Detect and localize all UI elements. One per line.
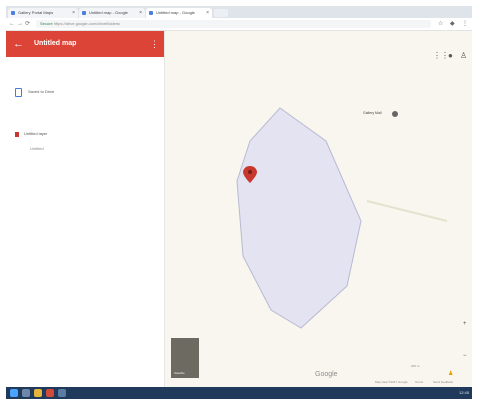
taskbar-app-icon[interactable] bbox=[58, 389, 66, 397]
map-side-panel: ← Untitled map ⋮ Saved to Drive Untitled… bbox=[6, 31, 165, 387]
close-tab-icon[interactable]: × bbox=[206, 8, 209, 18]
browser-tab[interactable]: Gallery Portal Maps × bbox=[8, 8, 78, 18]
back-icon[interactable]: ← bbox=[9, 19, 15, 29]
feedback-link[interactable]: Send feedback bbox=[433, 380, 453, 384]
layer-color-icon[interactable] bbox=[15, 132, 19, 137]
layer-item[interactable]: Untitled bbox=[30, 145, 44, 153]
drive-doc-icon bbox=[15, 88, 22, 97]
drawn-polygon[interactable] bbox=[236, 107, 362, 329]
satellite-toggle[interactable]: Satellite bbox=[171, 338, 199, 378]
map-canvas[interactable]: Gallery Mall ⋮⋮ ● ♙ Satellite Google Map… bbox=[165, 31, 472, 387]
new-tab-button[interactable] bbox=[214, 9, 228, 17]
url-text: https://drive.google.com/drive/folders/ bbox=[53, 21, 121, 26]
browser-toolbar: ← → ⟳ Secure https://drive.google.com/dr… bbox=[6, 18, 472, 31]
map-title[interactable]: Untitled map bbox=[34, 36, 76, 52]
start-button-icon[interactable] bbox=[10, 389, 18, 397]
close-tab-icon[interactable]: × bbox=[72, 8, 75, 18]
tab-label: Untitled map - Google bbox=[156, 10, 195, 15]
road-line bbox=[366, 200, 448, 222]
favicon-icon bbox=[149, 11, 153, 15]
folder-icon[interactable] bbox=[34, 389, 42, 397]
more-vert-icon[interactable]: ⋮ bbox=[150, 36, 159, 52]
pegman-icon[interactable]: ♙ bbox=[460, 51, 467, 61]
tab-label: Untitled map - Google bbox=[89, 10, 128, 15]
map-data-credit: Map data ©2017 Google bbox=[375, 380, 408, 384]
browser-tab-strip: Gallery Portal Maps × Untitled map - Goo… bbox=[6, 6, 472, 18]
saved-status: Saved to Drive bbox=[28, 89, 55, 94]
bookmark-star-icon[interactable]: ☆ bbox=[438, 20, 443, 28]
place-pin-icon[interactable] bbox=[392, 111, 398, 117]
screen: Gallery Portal Maps × Untitled map - Goo… bbox=[6, 6, 472, 399]
scale-label: 200 m bbox=[411, 364, 420, 368]
browser-menu-icon[interactable]: ⋮ bbox=[462, 20, 468, 28]
map-overlay bbox=[236, 107, 448, 329]
reload-icon[interactable]: ⟳ bbox=[25, 19, 30, 29]
browser-tab-active[interactable]: Untitled map - Google × bbox=[146, 8, 212, 18]
layer-name[interactable]: Untitled layer bbox=[24, 130, 47, 138]
taskbar-app-icon[interactable] bbox=[22, 389, 30, 397]
zoom-out-icon[interactable]: − bbox=[463, 351, 467, 361]
forward-icon[interactable]: → bbox=[17, 19, 23, 29]
back-arrow-icon[interactable]: ← bbox=[13, 35, 24, 53]
pegman-small-icon[interactable]: ♟ bbox=[448, 369, 453, 379]
zoom-in-icon[interactable]: + bbox=[463, 319, 467, 329]
os-taskbar: 12:45 bbox=[6, 387, 472, 399]
browser-tab[interactable]: Untitled map - Google × bbox=[79, 8, 145, 18]
address-bar[interactable]: Secure https://drive.google.com/drive/fo… bbox=[36, 20, 431, 28]
satellite-label: Satellite bbox=[174, 371, 185, 375]
apps-grid-icon[interactable]: ⋮⋮ bbox=[433, 51, 449, 61]
chrome-icon[interactable] bbox=[46, 389, 54, 397]
close-tab-icon[interactable]: × bbox=[139, 8, 142, 18]
google-logo: Google bbox=[315, 371, 338, 378]
terms-link[interactable]: Terms bbox=[415, 380, 423, 384]
tab-label: Gallery Portal Maps bbox=[18, 10, 54, 15]
favicon-icon bbox=[11, 11, 15, 15]
account-icon[interactable]: ● bbox=[448, 51, 453, 61]
favicon-icon bbox=[82, 11, 86, 15]
secure-label: Secure bbox=[40, 21, 53, 26]
map-header: ← Untitled map ⋮ bbox=[6, 31, 164, 57]
system-clock: 12:45 bbox=[458, 390, 469, 395]
extension-icon[interactable]: ◆ bbox=[450, 20, 455, 28]
place-label: Gallery Mall bbox=[363, 111, 382, 115]
